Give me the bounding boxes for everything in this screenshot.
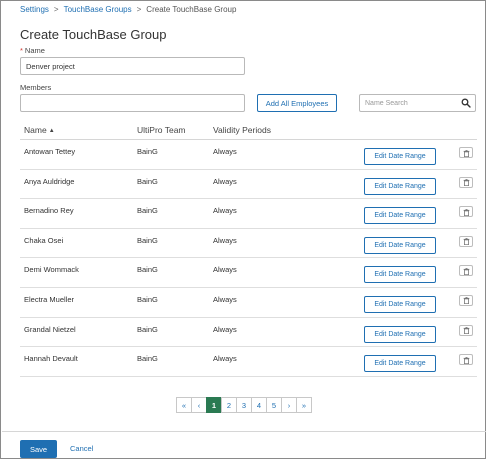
members-label: Members [20,83,52,92]
member-validity: Always [213,324,237,334]
delete-row-button[interactable] [459,354,473,366]
delete-row-button[interactable] [459,176,473,188]
footer-divider [2,431,486,432]
member-name: Bernadino Rey [24,206,74,216]
page-button-5[interactable]: 5 [266,397,282,413]
last-page-button[interactable]: » [296,397,312,413]
member-team: BainG [137,354,158,364]
table-row: Anya Auldridge BainG Always Edit Date Range [20,170,477,200]
member-validity: Always [213,265,237,275]
member-name: Antowan Tettey [24,147,76,156]
first-page-button[interactable]: « [176,397,192,413]
member-validity: Always [213,235,237,245]
member-validity: Always [213,294,237,304]
page-button-1[interactable]: 1 [206,397,222,413]
breadcrumb-current: Create TouchBase Group [146,5,237,14]
member-name: Grandal Nietzel [24,324,76,334]
member-name: Chaka Osei [24,235,64,245]
cancel-link[interactable]: Cancel [70,444,93,453]
member-team: BainG [137,176,158,186]
sort-ascending-icon: ▲ [48,128,55,134]
member-team: BainG [137,147,158,156]
edit-date-range-button[interactable]: Edit Date Range [364,325,436,343]
edit-date-range-button[interactable]: Edit Date Range [364,148,436,165]
breadcrumb-groups-link[interactable]: TouchBase Groups [64,5,132,14]
breadcrumb-settings-link[interactable]: Settings [20,5,49,14]
delete-row-button[interactable] [459,265,473,277]
search-icon[interactable] [461,98,471,108]
member-name: Electra Mueller [24,294,75,304]
name-label: * Name [20,46,45,55]
member-team: BainG [137,324,158,334]
name-input[interactable] [20,57,245,75]
member-name: Anya Auldridge [24,176,75,186]
member-validity: Always [213,147,237,156]
table-row: Electra Mueller BainG Always Edit Date Rang… [20,288,477,318]
breadcrumb: Settings > TouchBase Groups > Create TouchBa… [20,5,236,14]
members-table-body: Antowan Tettey BainG Always Edit Date Range… [20,140,477,377]
table-row: Grandal Nietzel BainG Always Edit Date Rang… [20,318,477,348]
member-team: BainG [137,235,158,245]
column-header-name-label: Name [24,125,47,135]
previous-page-button[interactable]: ‹ [191,397,207,413]
member-team: BainG [137,294,158,304]
pagination: « ‹ 1 2 3 4 5 › » [176,397,312,413]
member-validity: Always [213,206,237,216]
page-title: Create TouchBase Group [20,27,167,42]
delete-row-button[interactable] [459,147,473,158]
create-group-panel: Settings > TouchBase Groups > Create TouchBa… [0,0,486,459]
next-page-button[interactable]: › [281,397,297,413]
name-search-input[interactable] [360,95,455,111]
table-row: Demi Wommack BainG Always Edit Date Range [20,258,477,288]
page-button-4[interactable]: 4 [251,397,267,413]
name-label-text: Name [24,46,45,55]
delete-row-button[interactable] [459,294,473,306]
column-header-name[interactable]: Name ▲ [24,125,55,135]
table-row: Chaka Osei BainG Always Edit Date Range [20,229,477,259]
edit-date-range-button[interactable]: Edit Date Range [364,207,436,225]
member-name: Hannah Devault [24,354,78,364]
member-team: BainG [137,206,158,216]
edit-date-range-button[interactable]: Edit Date Range [364,266,436,284]
edit-date-range-button[interactable]: Edit Date Range [364,236,436,254]
page-button-3[interactable]: 3 [236,397,252,413]
members-input[interactable] [20,94,245,112]
page-button-2[interactable]: 2 [221,397,237,413]
breadcrumb-separator: > [53,5,59,14]
table-row: Bernadino Rey BainG Always Edit Date Range [20,199,477,229]
name-search-box [359,94,476,112]
table-row: Antowan Tettey BainG Always Edit Date Range [20,140,477,170]
breadcrumb-separator: > [136,5,142,14]
column-header-validity: Validity Periods [213,125,271,135]
member-validity: Always [213,176,237,186]
member-name: Demi Wommack [24,265,79,275]
delete-row-button[interactable] [459,324,473,336]
member-validity: Always [213,354,237,364]
delete-row-button[interactable] [459,235,473,247]
required-mark: * [20,46,23,55]
edit-date-range-button[interactable]: Edit Date Range [364,355,436,373]
save-button[interactable]: Save [20,440,57,458]
column-header-team: UltiPro Team [137,125,186,135]
edit-date-range-button[interactable]: Edit Date Range [364,177,436,195]
table-row: Hannah Devault BainG Always Edit Date Range [20,347,477,377]
delete-row-button[interactable] [459,206,473,218]
add-all-employees-button[interactable]: Add All Employees [257,94,337,112]
edit-date-range-button[interactable]: Edit Date Range [364,295,436,313]
member-team: BainG [137,265,158,275]
